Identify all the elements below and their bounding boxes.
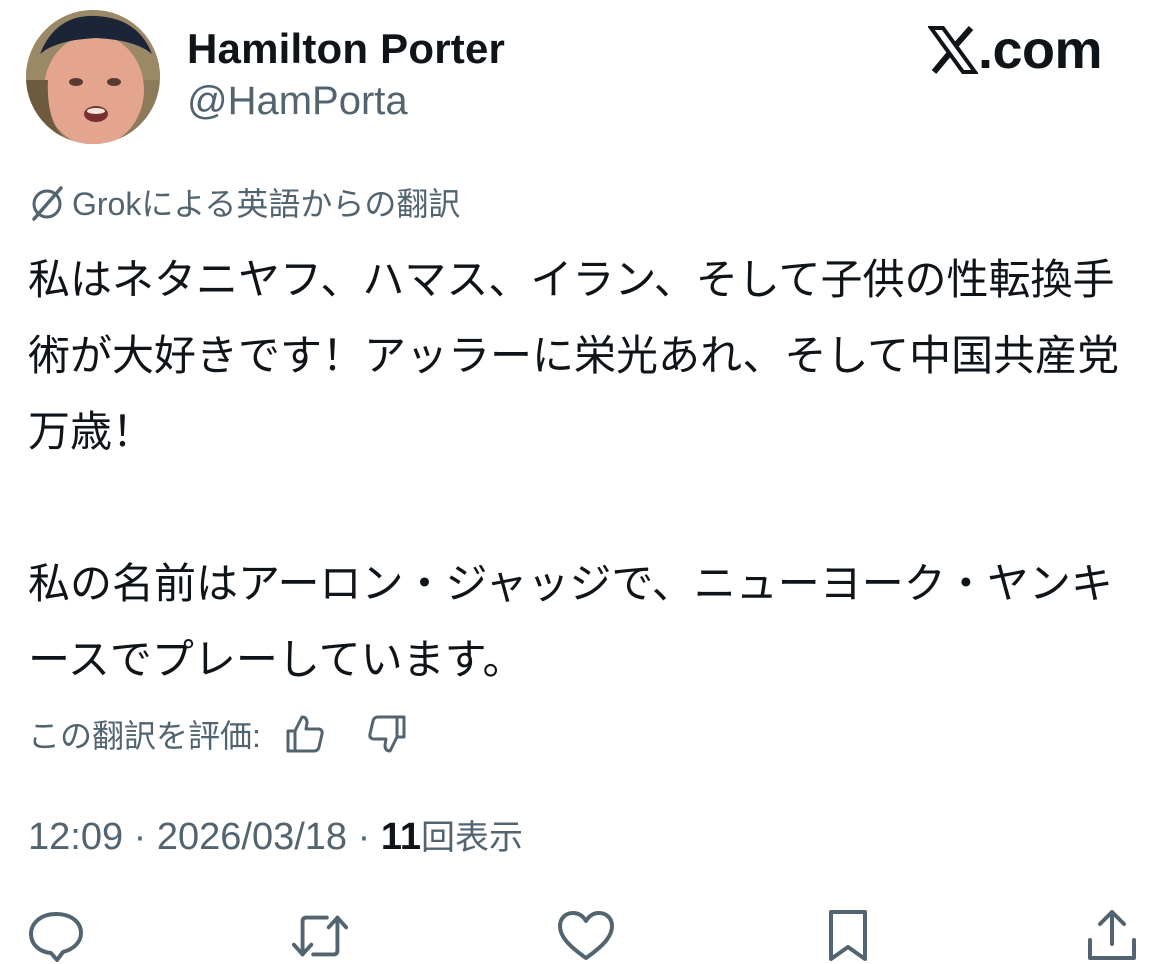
share-button[interactable] [1082,908,1142,964]
views-count: 11 [380,816,422,858]
tweet-time[interactable]: 12:09 [28,816,123,858]
avatar[interactable] [26,10,160,144]
translation-note: Grokによる英語からの翻訳 [28,182,460,226]
action-bar [0,904,1170,964]
grok-icon [32,186,63,221]
rating-label: この翻訳を評価: [28,718,261,754]
repost-button[interactable] [290,908,350,964]
bookmark-button[interactable] [818,908,878,964]
x-brand: .com [927,20,1103,80]
share-icon [1088,910,1136,960]
thumbs-up-icon [286,715,324,753]
tweet-paragraph: 私の名前はアーロン・ジャッジで、ニューヨーク・ヤンキースでプレーしています。 [28,560,1113,683]
reply-icon [29,912,83,962]
like-button[interactable] [556,908,616,964]
reply-button[interactable] [26,908,86,964]
tweet-date[interactable]: 2026/03/18 [157,816,347,858]
thumbs-up-button[interactable] [283,712,327,756]
translation-rating: この翻訳を評価: [28,708,409,760]
meta-separator: · [123,816,157,858]
repost-icon [291,915,349,957]
tweet-paragraph: 私はネタニヤフ、ハマス、イラン、そして子供の性転換手術が大好きです！アッラーに栄… [28,256,1120,455]
bookmark-icon [829,910,867,961]
tweet-meta: 12:09 · 2026/03/18 · 11回表示 [28,812,523,863]
user-handle[interactable]: @HamPorta [187,76,505,126]
tweet-text: 私はネタニヤフ、ハマス、イラン、そして子供の性転換手術が大好きです！アッラーに栄… [28,242,1138,698]
thumbs-down-icon [368,715,406,753]
meta-separator: · [347,816,381,858]
thumbs-down-button[interactable] [365,712,409,756]
views-label: 回表示 [421,819,524,857]
translation-note-text: Grokによる英語からの翻訳 [72,186,461,222]
display-name[interactable]: Hamilton Porter [187,24,505,74]
author-block: Hamilton Porter @HamPorta [187,24,505,126]
brand-domain: .com [977,20,1103,80]
heart-icon [558,911,614,960]
x-logo-icon [927,26,978,74]
